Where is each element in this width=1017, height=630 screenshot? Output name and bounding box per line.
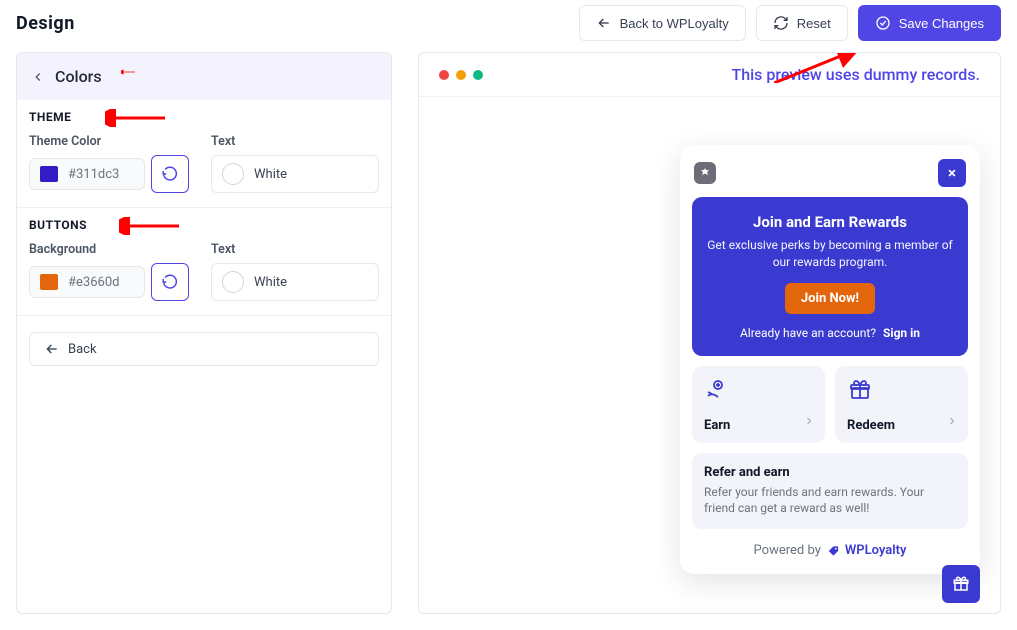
brand-link[interactable]: WPLoyalty [827, 543, 907, 558]
save-changes-label: Save Changes [899, 16, 984, 31]
annotation-arrow-icon [119, 217, 179, 235]
preview-note: This preview uses dummy records. [731, 65, 980, 84]
back-to-wployalty-button[interactable]: Back to WPLoyalty [579, 5, 746, 41]
annotation-arrow-icon [105, 109, 165, 127]
refer-card[interactable]: Refer and earn Refer your friends and ea… [692, 453, 968, 530]
gift-icon [952, 575, 970, 593]
theme-text-select[interactable]: White [211, 155, 379, 193]
join-now-button[interactable]: Join Now! [785, 283, 875, 314]
earn-label: Earn [704, 418, 813, 433]
divider [17, 315, 391, 316]
arrow-left-icon [44, 341, 60, 357]
design-sidebar: Colors THEME Theme Color [16, 52, 392, 614]
white-swatch-icon [222, 271, 244, 293]
widget-hero: Join and Earn Rewards Get exclusive perk… [692, 197, 968, 356]
check-circle-icon [875, 15, 891, 31]
section-theme: THEME Theme Color #311dc3 [17, 100, 391, 207]
theme-color-input[interactable]: #311dc3 [29, 158, 145, 190]
back-label: Back [68, 342, 97, 357]
section-theme-heading: THEME [29, 110, 379, 124]
widget-launcher-button[interactable] [942, 565, 980, 603]
redeem-icon [847, 378, 956, 406]
reset-label: Reset [797, 16, 831, 31]
section-buttons: BUTTONS Background #e3660d [17, 208, 391, 315]
refer-description: Refer your friends and earn rewards. You… [704, 484, 956, 518]
earn-card[interactable]: Earn [692, 366, 825, 443]
back-to-wployalty-label: Back to WPLoyalty [620, 16, 729, 31]
refer-title: Refer and earn [704, 465, 956, 480]
chevron-right-icon [803, 412, 815, 431]
earn-icon [704, 378, 813, 406]
sidebar-header-label: Colors [55, 67, 102, 86]
window-controls [439, 70, 483, 80]
theme-color-value: #311dc3 [68, 167, 119, 182]
arrow-left-icon [596, 15, 612, 31]
maximize-dot-icon [473, 70, 483, 80]
redeem-card[interactable]: Redeem [835, 366, 968, 443]
theme-text-label: Text [211, 134, 379, 149]
widget-logo-icon [694, 162, 716, 184]
buttons-bg-swatch [40, 274, 58, 290]
white-swatch-icon [222, 163, 244, 185]
refresh-icon [773, 15, 789, 31]
tag-icon [827, 544, 841, 558]
theme-text-value: White [254, 167, 287, 182]
back-button[interactable]: Back [29, 332, 379, 366]
minimize-dot-icon [456, 70, 466, 80]
loyalty-widget: × Join and Earn Rewards Get exclusive pe… [680, 145, 980, 574]
powered-by-text: Powered by [754, 543, 821, 558]
widget-close-button[interactable]: × [938, 159, 966, 187]
powered-by: Powered by WPLoyalty [692, 529, 968, 562]
buttons-bg-input[interactable]: #e3660d [29, 266, 145, 298]
buttons-bg-reset[interactable] [151, 263, 189, 301]
preview-panel: This preview uses dummy records. × [418, 52, 1001, 614]
buttons-text-value: White [254, 275, 287, 290]
chevron-left-icon [31, 70, 45, 84]
sidebar-header-colors[interactable]: Colors [17, 53, 391, 100]
hero-description: Get exclusive perks by becoming a member… [706, 237, 954, 271]
buttons-text-select[interactable]: White [211, 263, 379, 301]
undo-icon [161, 165, 179, 183]
page-title: Design [16, 13, 75, 34]
theme-color-label: Theme Color [29, 134, 193, 149]
chevron-right-icon [946, 412, 958, 431]
undo-icon [161, 273, 179, 291]
redeem-label: Redeem [847, 418, 956, 433]
buttons-text-label: Text [211, 242, 379, 257]
top-actions: Back to WPLoyalty Reset Save Changes [579, 5, 1001, 41]
hero-title: Join and Earn Rewards [706, 213, 954, 231]
theme-color-reset[interactable] [151, 155, 189, 193]
theme-color-swatch [40, 166, 58, 182]
buttons-bg-label: Background [29, 242, 193, 257]
annotation-arrow-icon [121, 65, 135, 79]
close-dot-icon [439, 70, 449, 80]
reset-button[interactable]: Reset [756, 5, 848, 41]
buttons-bg-value: #e3660d [68, 275, 119, 290]
save-changes-button[interactable]: Save Changes [858, 5, 1001, 41]
sign-in-link[interactable]: Sign in [883, 326, 920, 340]
already-account-text: Already have an account? [740, 326, 876, 340]
section-buttons-heading: BUTTONS [29, 218, 379, 232]
